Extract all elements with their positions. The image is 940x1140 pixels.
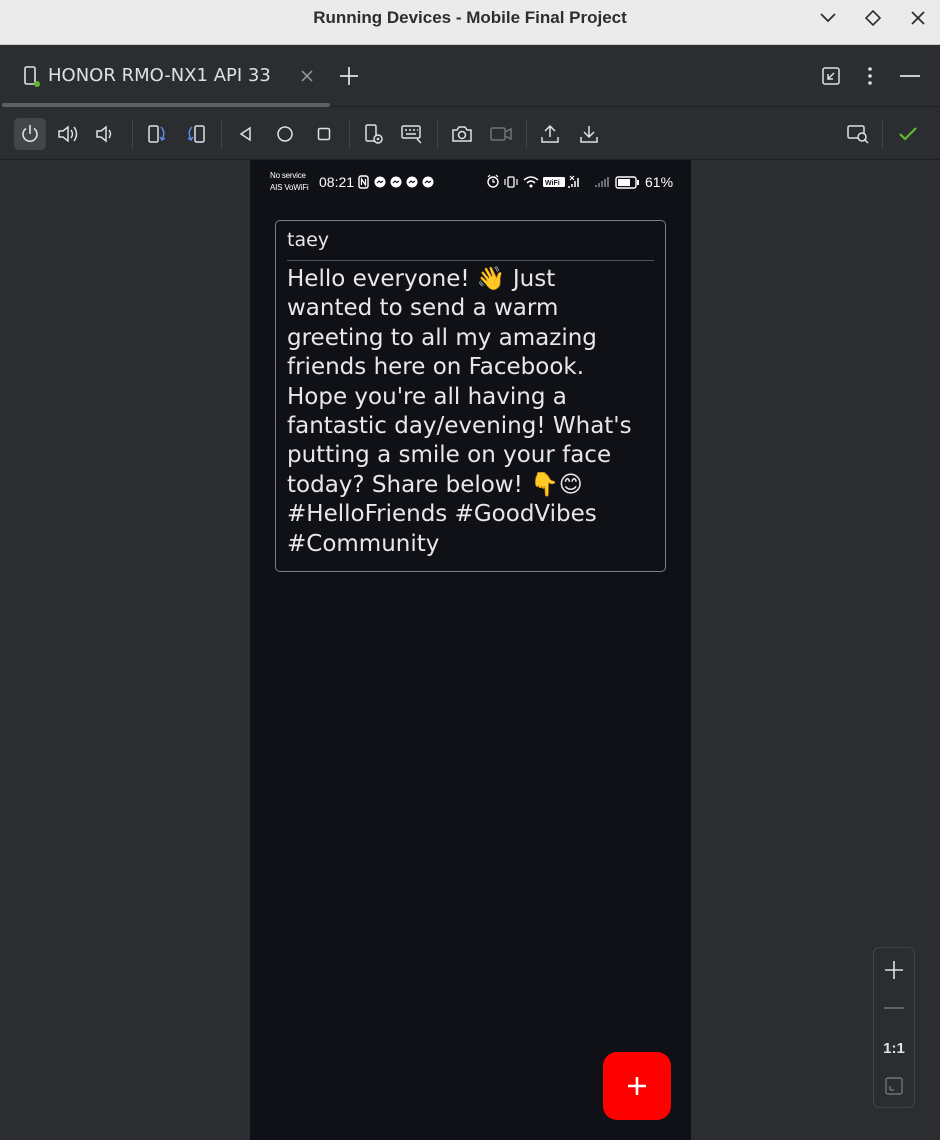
screenshot-button[interactable]: [446, 118, 478, 150]
more-options-button[interactable]: [858, 63, 882, 89]
window-title: Running Devices - Mobile Final Project: [313, 8, 627, 27]
carrier-line-1: No service: [270, 171, 306, 180]
download-icon: [580, 126, 598, 143]
close-icon: [911, 11, 925, 25]
upload-icon: [541, 124, 559, 143]
more-vertical-icon: [868, 67, 872, 85]
toolbar-separator: [132, 120, 133, 148]
volume-down-icon: [96, 125, 112, 143]
device-settings-button[interactable]: [358, 118, 390, 150]
device-tab-bar: HONOR RMO-NX1 API 33: [0, 45, 940, 107]
device-settings-icon: [365, 124, 383, 144]
battery-percentage: 61%: [645, 174, 674, 190]
post-body: Hello everyone! 👋 Just wanted to send a …: [287, 266, 632, 557]
inspect-icon: [847, 125, 869, 144]
minimize-window-button[interactable]: [813, 4, 843, 32]
rotate-right-button[interactable]: [180, 118, 212, 150]
zoom-actual-size-button[interactable]: 1:1: [874, 1030, 914, 1066]
volume-up-icon: [58, 125, 78, 143]
plus-icon: [340, 67, 358, 85]
maximize-window-button[interactable]: [858, 4, 888, 32]
fit-screen-icon: [885, 1077, 903, 1095]
back-icon: [239, 126, 251, 142]
upload-button[interactable]: [534, 118, 566, 150]
zoom-out-button[interactable]: [874, 990, 914, 1026]
overview-button[interactable]: [308, 118, 340, 150]
video-camera-icon: [490, 127, 512, 141]
home-button[interactable]: [269, 118, 301, 150]
rotate-left-button[interactable]: [141, 118, 173, 150]
chevron-down-icon: [820, 13, 836, 23]
volume-down-button[interactable]: [89, 118, 121, 150]
close-tab-button[interactable]: [296, 65, 318, 87]
status-bar: No service AIS VoWiFi 08:21 WiFi 61%: [250, 160, 691, 204]
volume-up-button[interactable]: [52, 118, 84, 150]
zoom-fit-button[interactable]: [874, 1068, 914, 1104]
post-author: taey: [287, 229, 330, 251]
svg-text:WiFi: WiFi: [545, 180, 560, 187]
hide-panel-button[interactable]: [897, 63, 923, 89]
keyboard-icon: [401, 125, 422, 144]
tab-selection-indicator: [2, 103, 330, 107]
device-tab[interactable]: HONOR RMO-NX1 API 33: [0, 45, 330, 107]
power-button[interactable]: [14, 118, 46, 150]
carrier-line-2: AIS VoWiFi: [270, 183, 309, 192]
device-tab-label: HONOR RMO-NX1 API 33: [48, 65, 271, 86]
home-icon: [277, 126, 293, 142]
toolbar-separator: [882, 120, 883, 148]
toolbar-separator: [221, 120, 222, 148]
add-post-fab[interactable]: [603, 1052, 671, 1120]
restore-view-button[interactable]: [818, 63, 844, 89]
plus-icon: [885, 961, 903, 979]
toolbar-separator: [437, 120, 438, 148]
zoom-ratio-label: 1:1: [883, 1039, 905, 1057]
screen-record-button[interactable]: [485, 118, 517, 150]
device-screen[interactable]: No service AIS VoWiFi 08:21 WiFi 61% tae…: [250, 160, 691, 1140]
minus-icon: [900, 75, 920, 77]
toolbar-separator: [526, 120, 527, 148]
inspect-button[interactable]: [842, 118, 874, 150]
post-divider: [287, 260, 654, 261]
rotate-right-icon: [187, 125, 205, 143]
collapse-icon: [822, 67, 840, 85]
apply-button[interactable]: [892, 118, 924, 150]
status-time: 08:21: [319, 174, 355, 190]
plus-icon: [628, 1077, 646, 1095]
power-icon: [22, 125, 38, 142]
close-icon: [301, 70, 313, 82]
check-icon: [899, 127, 917, 141]
minus-icon: [884, 1007, 904, 1009]
keyboard-button[interactable]: [396, 118, 428, 150]
toolbar-separator: [349, 120, 350, 148]
add-device-button[interactable]: [336, 63, 362, 89]
notification-icons: [358, 175, 434, 189]
post-card[interactable]: taey Hello everyone! 👋 Just wanted to se…: [275, 220, 666, 572]
overview-icon: [317, 127, 331, 141]
device-toolbar: [0, 108, 940, 160]
rotate-left-icon: [148, 125, 166, 143]
close-window-button[interactable]: [903, 4, 933, 32]
camera-icon: [452, 126, 472, 142]
zoom-controls: 1:1: [873, 947, 915, 1108]
window-title-bar: Running Devices - Mobile Final Project: [0, 0, 940, 45]
system-status-icons: WiFi: [487, 174, 639, 189]
back-button[interactable]: [230, 118, 262, 150]
zoom-in-button[interactable]: [874, 952, 914, 988]
download-button[interactable]: [573, 118, 605, 150]
diamond-icon: [865, 10, 881, 26]
phone-icon: [24, 66, 40, 87]
